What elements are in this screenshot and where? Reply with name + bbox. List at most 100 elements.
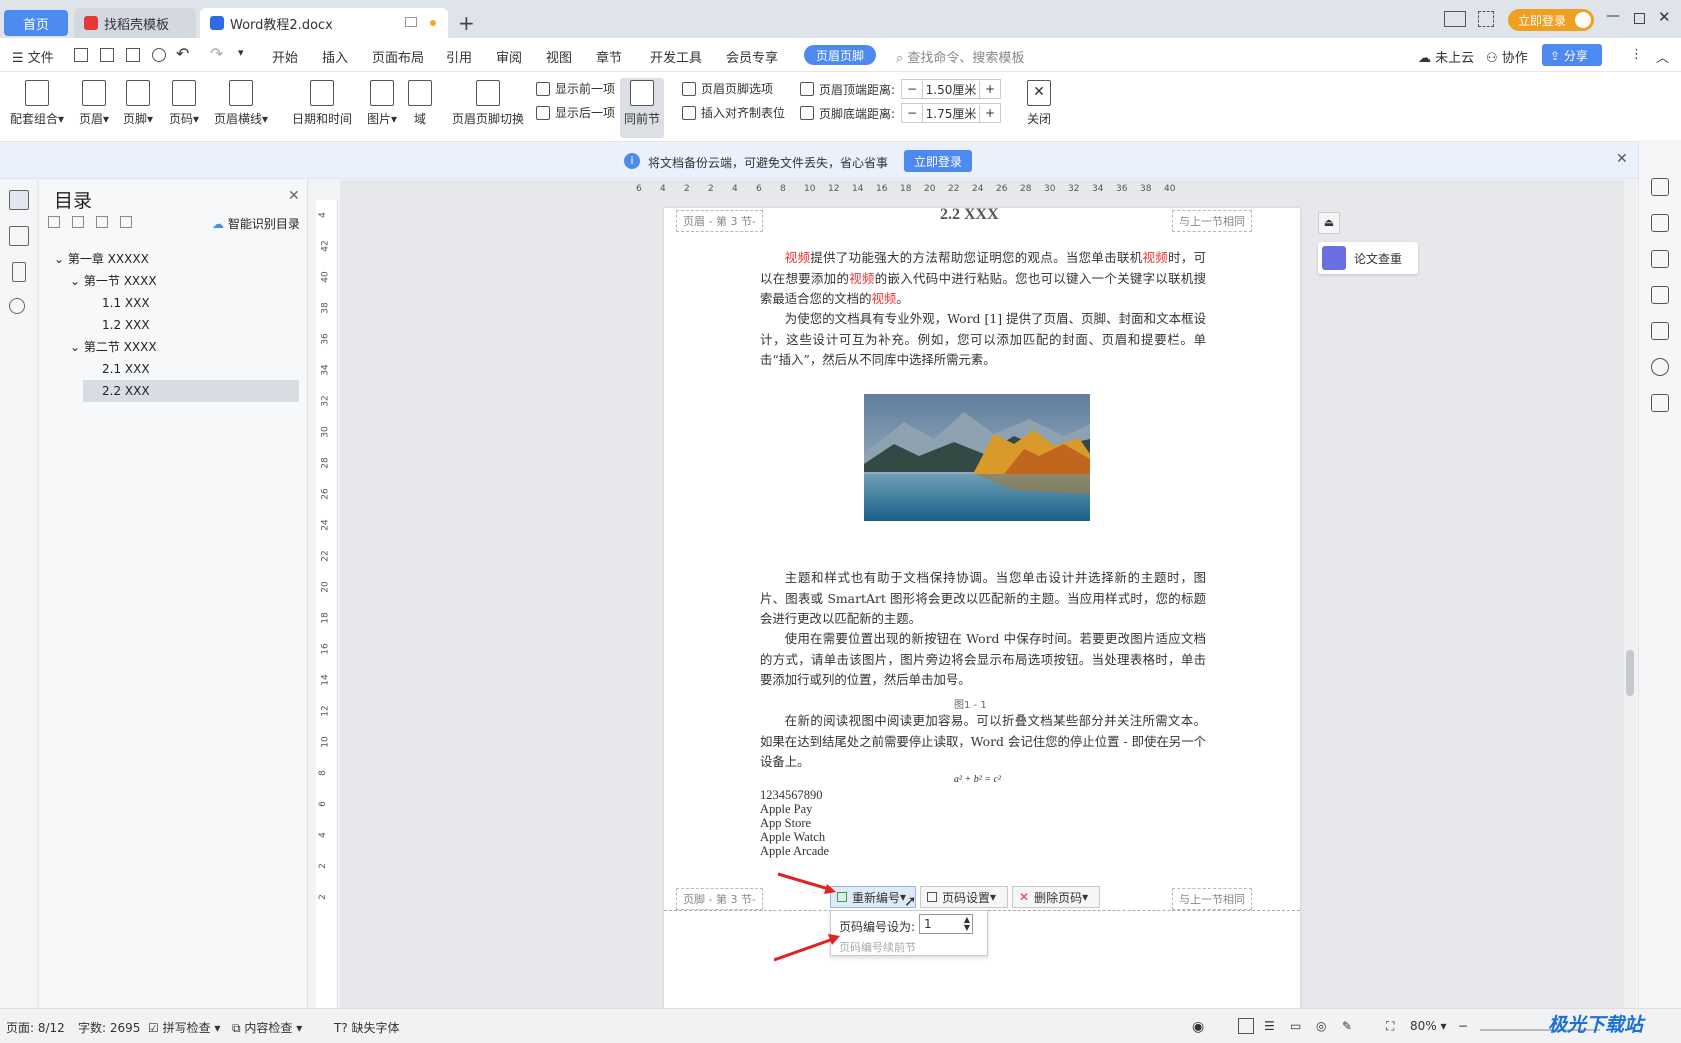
export-icon[interactable] <box>100 48 114 62</box>
vertical-scrollbar[interactable] <box>1624 180 1636 1008</box>
word-count[interactable]: 字数: 2695 <box>78 1019 140 1036</box>
datetime-button[interactable]: 日期和时间 <box>290 80 354 127</box>
cursor-icon[interactable] <box>1651 250 1669 268</box>
menu-review[interactable]: 审阅 <box>496 47 522 66</box>
close-window-icon[interactable]: ✕ <box>1658 8 1671 26</box>
missing-font-button[interactable]: T? 缺失字体 <box>334 1019 400 1036</box>
zoom-select[interactable]: 80% ▾ <box>1410 1019 1447 1033</box>
menu-developer[interactable]: 开发工具 <box>650 47 702 66</box>
show-next-button[interactable]: 显示后一项 <box>536 104 615 121</box>
menu-layout[interactable]: 页面布局 <box>372 47 424 66</box>
collapse-up-icon[interactable] <box>72 216 84 228</box>
edit-icon[interactable]: ✎ <box>1342 1019 1352 1033</box>
page-count[interactable]: 页面: 8/12 <box>6 1019 65 1036</box>
tab-document[interactable]: Word教程2.docx <box>200 8 448 38</box>
fit-icon[interactable]: ⛶ <box>1386 1019 1394 1034</box>
content-check-button[interactable]: ⧉ 内容检查 ▾ <box>232 1019 302 1036</box>
header-distance-value[interactable]: 1.50厘米 <box>922 80 981 98</box>
nav-panel-icon[interactable] <box>9 226 29 246</box>
monitor-icon[interactable] <box>405 17 417 27</box>
header-button[interactable]: 页眉▾ <box>74 80 114 127</box>
add-toc-icon[interactable] <box>96 216 108 228</box>
notice-login-button[interactable]: 立即登录 <box>904 150 973 172</box>
minus-icon[interactable]: − <box>902 82 922 96</box>
toc-item[interactable]: ⌄ 第一章 XXXXX <box>54 248 149 270</box>
insert-align-tab-button[interactable]: 插入对齐制表位 <box>682 104 785 121</box>
web-view-icon[interactable]: ◎ <box>1316 1019 1326 1033</box>
same-as-prev-button[interactable]: 同前节 <box>620 78 664 138</box>
collapse-header-icon[interactable]: ⏏ <box>1318 212 1340 234</box>
show-prev-button[interactable]: 显示前一项 <box>536 80 615 97</box>
spin-icon[interactable]: ▲ ▼ <box>964 916 970 932</box>
plus-icon[interactable]: + <box>980 82 1000 96</box>
toc-item[interactable]: ⌄ 第一节 XXXX <box>70 270 157 292</box>
toc-item[interactable]: 1.2 XXX <box>102 314 150 336</box>
print-icon[interactable] <box>126 48 140 62</box>
menu-reference[interactable]: 引用 <box>446 47 472 66</box>
file-menu[interactable]: ☰ 文件 <box>12 47 54 66</box>
close-notice-icon[interactable]: ✕ <box>1616 151 1628 167</box>
toc-item-selected[interactable]: 2.2 XXX <box>83 380 299 402</box>
options-button[interactable]: 页眉页脚选项 <box>682 80 773 97</box>
delete-page-number-button[interactable]: ✕ 删除页码 ▾ <box>1012 886 1100 908</box>
scroll-thumb[interactable] <box>1626 650 1634 696</box>
toc-panel-icon[interactable] <box>9 190 29 210</box>
thesis-check-button[interactable]: 论文查重 <box>1318 242 1418 274</box>
menu-member[interactable]: 会员专享 <box>726 47 778 66</box>
collapse-ribbon-icon[interactable]: ︿ <box>1656 47 1669 66</box>
pagenum-button[interactable]: 页码▾ <box>164 80 204 127</box>
menu-chapter[interactable]: 章节 <box>596 47 622 66</box>
picture-button[interactable]: 图片▾ <box>362 80 402 127</box>
maximize-icon[interactable] <box>1634 13 1645 24</box>
close-header-footer-button[interactable]: ✕ 关闭 <box>1024 80 1054 127</box>
spell-check-button[interactable]: ☑ 拼写检查 ▾ <box>148 1019 220 1036</box>
menu-start[interactable]: 开始 <box>272 47 298 66</box>
more-icon[interactable]: ⋮ <box>1630 47 1643 62</box>
menu-header-footer[interactable]: 页眉页脚 <box>804 45 877 65</box>
share-button[interactable]: ⇪ 分享 <box>1542 44 1602 66</box>
layout-icon[interactable] <box>1444 11 1466 27</box>
toc-item[interactable]: 1.1 XXX <box>102 292 150 314</box>
preview-icon[interactable] <box>152 48 166 62</box>
book-icon[interactable] <box>1651 394 1669 412</box>
field-button[interactable]: 域 <box>406 80 434 127</box>
redo-icon[interactable]: ↷ <box>210 44 223 63</box>
minus-icon[interactable]: − <box>902 106 922 120</box>
minimize-icon[interactable]: — <box>1606 8 1620 24</box>
zoom-out-icon[interactable]: − <box>1458 1019 1468 1033</box>
header-distance-stepper[interactable]: −1.50厘米 + <box>901 79 1002 99</box>
toc-item[interactable]: 2.1 XXX <box>102 358 150 380</box>
set-number-input[interactable]: 1 ▲ ▼ <box>919 914 973 934</box>
cloud-status[interactable]: ☁ 未上云 <box>1418 47 1474 66</box>
tab-home[interactable]: 首页 <box>4 10 68 36</box>
eye-icon[interactable]: ◉ <box>1192 1019 1204 1035</box>
tab-template[interactable]: 找稻壳模板 <box>74 8 196 38</box>
remove-toc-icon[interactable] <box>120 216 132 228</box>
close-toc-icon[interactable]: ✕ <box>288 188 300 204</box>
sliders-icon[interactable] <box>1651 286 1669 304</box>
switch-button[interactable]: 页眉页脚切换 <box>450 80 526 127</box>
menu-view[interactable]: 视图 <box>546 47 572 66</box>
read-view-icon[interactable]: ▭ <box>1290 1019 1301 1033</box>
pen-icon[interactable] <box>1651 214 1669 232</box>
toc-item[interactable]: ⌄ 第二节 XXXX <box>70 336 157 358</box>
login-button[interactable]: 立即登录 <box>1508 9 1594 31</box>
location-icon[interactable] <box>1651 358 1669 376</box>
footer-distance-stepper[interactable]: −1.75厘米 + <box>901 103 1002 123</box>
footer-button[interactable]: 页脚▾ <box>118 80 158 127</box>
plus-icon[interactable]: + <box>980 106 1000 120</box>
outline-view-icon[interactable]: ☰ <box>1264 1019 1275 1033</box>
menu-insert[interactable]: 插入 <box>322 47 348 66</box>
command-search[interactable]: ⌕ 查找命令、搜索模板 <box>896 47 1024 66</box>
page-view-icon[interactable] <box>1238 1018 1254 1034</box>
apps-grid-icon[interactable] <box>1478 11 1494 27</box>
collab-button[interactable]: ⚇ 协作 <box>1486 47 1528 66</box>
rocket-icon[interactable] <box>1651 178 1669 196</box>
bookmark-icon[interactable] <box>12 262 26 282</box>
new-tab-icon[interactable]: + <box>458 11 475 35</box>
smart-toc-button[interactable]: ☁ 智能识别目录 <box>212 215 300 232</box>
undo-icon[interactable]: ↶ <box>176 44 189 63</box>
more-quick-icon[interactable]: ▾ <box>238 46 244 59</box>
save-icon[interactable] <box>74 48 88 62</box>
expand-all-icon[interactable] <box>48 216 60 228</box>
